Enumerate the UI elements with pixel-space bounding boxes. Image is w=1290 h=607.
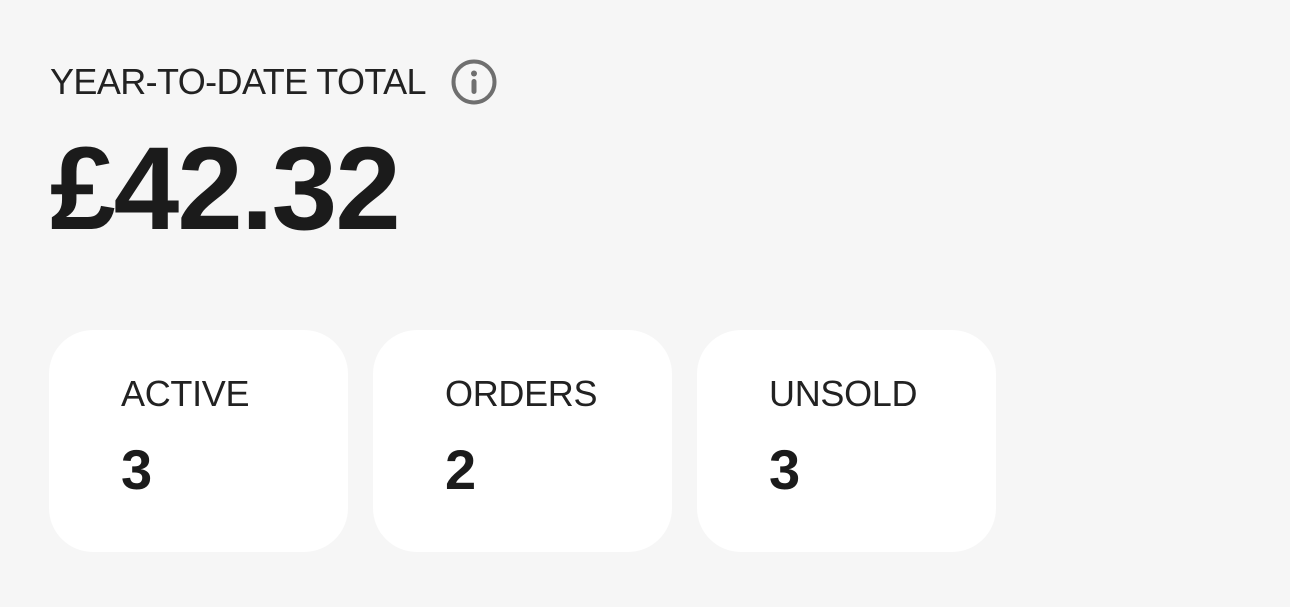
stat-label: UNSOLD	[769, 373, 918, 414]
ytd-total-label: YEAR-TO-DATE TOTAL	[50, 61, 427, 102]
ytd-total-amount: £42.32	[50, 123, 401, 255]
stats-cards: ACTIVE 3 ORDERS 2 UNSOLD 3	[49, 330, 996, 552]
summary-header: YEAR-TO-DATE TOTAL	[50, 58, 498, 106]
stat-card-unsold[interactable]: UNSOLD 3	[697, 330, 996, 552]
stat-card-orders[interactable]: ORDERS 2	[373, 330, 672, 552]
stat-value: 3	[769, 438, 801, 501]
stat-value: 2	[445, 438, 477, 501]
stat-value: 3	[121, 438, 153, 501]
stat-card-active[interactable]: ACTIVE 3	[49, 330, 348, 552]
info-icon[interactable]	[450, 58, 498, 106]
stat-label: ACTIVE	[121, 373, 250, 414]
stat-label: ORDERS	[445, 373, 598, 414]
